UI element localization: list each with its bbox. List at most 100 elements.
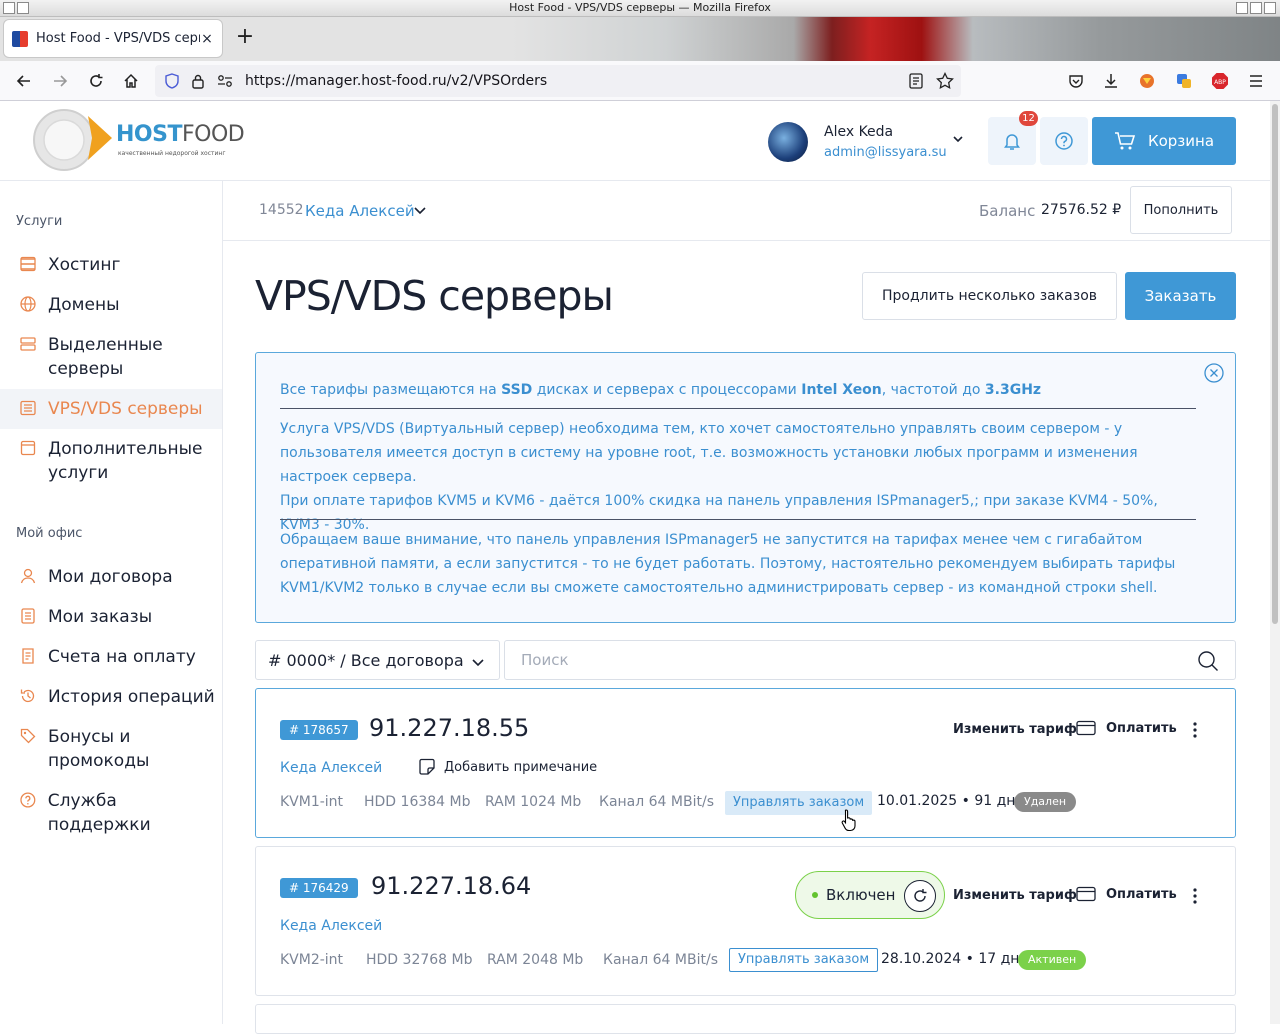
downloads-button[interactable]: [1099, 69, 1123, 93]
orders-icon: [21, 608, 35, 624]
sidebar-item-history[interactable]: История операций: [0, 685, 222, 709]
search-field[interactable]: [504, 640, 1236, 680]
sidebar-item-invoices[interactable]: Счета на оплату: [0, 645, 222, 669]
svg-text:ABP: ABP: [1214, 79, 1226, 86]
search-icon[interactable]: [1197, 650, 1219, 672]
user-email[interactable]: admin@lissyara.su: [824, 145, 947, 160]
reader-view-icon: [909, 73, 923, 89]
power-state-toggle[interactable]: Включен: [795, 871, 945, 919]
divider: [280, 519, 1196, 520]
chevron-down-icon: [472, 659, 484, 667]
firefox-icon: [3, 2, 15, 14]
sidebar-item-orders[interactable]: Мои заказы: [0, 605, 222, 629]
browser-tab[interactable]: Host Food - VPS/VDS сервер ×: [4, 20, 222, 57]
refresh-icon: [914, 889, 927, 902]
order-owner-link[interactable]: Кеда Алексей: [280, 760, 382, 776]
sidebar-item-bonuses[interactable]: Бонусы и промокоды: [0, 725, 222, 773]
logo-wordmark: HOSTFOOD: [116, 122, 245, 147]
manage-order-button[interactable]: Управлять заказом: [729, 948, 879, 972]
pay-button[interactable]: Оплатить: [1076, 886, 1177, 902]
site-logo[interactable]: HOSTFOOD качественный недорогой хостинг: [32, 106, 245, 174]
user-name[interactable]: Alex Keda: [824, 124, 893, 140]
sidebar: Услуги Хостинг Домены Выделенные серверы…: [0, 181, 223, 1024]
forward-button[interactable]: [48, 69, 72, 93]
order-tariff: KVM1-int: [280, 794, 344, 810]
contract-name-link[interactable]: Кеда Алексей: [305, 202, 415, 220]
close-window-icon[interactable]: [1264, 2, 1276, 14]
order-card[interactable]: [255, 1004, 1236, 1034]
logo-tagline: качественный недорогой хостинг: [118, 150, 226, 157]
sidebar-item-domains[interactable]: Домены: [0, 293, 222, 317]
home-button[interactable]: [119, 69, 143, 93]
more-menu-icon[interactable]: [1192, 722, 1198, 738]
minimize-icon[interactable]: [1236, 2, 1248, 14]
order-card[interactable]: # 178657 91.227.18.55 Кеда Алексей Добав…: [255, 688, 1236, 838]
app-menu-button[interactable]: [1244, 69, 1268, 93]
sidebar-item-vps[interactable]: VPS/VDS серверы: [0, 389, 222, 429]
back-arrow-icon: [16, 75, 30, 87]
tag-icon: [20, 728, 36, 744]
sidebar-item-support[interactable]: Служба поддержки: [0, 789, 222, 837]
tab-close-icon[interactable]: ×: [200, 31, 214, 47]
cart-label: Корзина: [1147, 132, 1215, 150]
scrollbar-thumb[interactable]: [1272, 104, 1278, 624]
new-tab-button[interactable]: +: [232, 25, 258, 51]
help-button[interactable]: [1040, 117, 1088, 165]
info-panel: Все тарифы размещаются на SSD дисках и с…: [255, 352, 1236, 623]
sidebar-item-addons[interactable]: Дополнительные услуги: [0, 437, 222, 485]
renew-multiple-button[interactable]: Продлить несколько заказов: [862, 272, 1117, 320]
cart-button[interactable]: Корзина: [1092, 117, 1236, 165]
close-icon[interactable]: [1204, 363, 1224, 383]
order-ip: 91.227.18.64: [371, 872, 532, 900]
pocket-button[interactable]: [1064, 69, 1088, 93]
site-header: HOSTFOOD качественный недорогой хостинг …: [0, 101, 1280, 181]
back-button[interactable]: [12, 69, 36, 93]
change-tariff-button[interactable]: Изменить тариф: [953, 888, 1077, 903]
chevron-down-icon[interactable]: [413, 203, 427, 217]
hamburger-menu-icon: [1250, 75, 1262, 87]
extension-fox-button[interactable]: [1135, 69, 1159, 93]
adblock-button[interactable]: ABP: [1208, 69, 1232, 93]
window-menu-icon[interactable]: [17, 2, 29, 14]
order-id-badge[interactable]: # 176429: [280, 878, 358, 898]
more-menu-icon[interactable]: [1192, 888, 1198, 904]
extension-translate-icon: [1177, 74, 1191, 88]
support-icon: [20, 792, 36, 808]
extension-translate-button[interactable]: [1172, 69, 1196, 93]
globe-icon: [20, 296, 36, 312]
sidebar-item-contracts[interactable]: Мои договора: [0, 565, 222, 589]
order-button[interactable]: Заказать: [1125, 272, 1236, 320]
office-heading: Мой офис: [16, 526, 83, 541]
reload-icon: [90, 74, 103, 87]
url-text[interactable]: https://manager.host-food.ru/v2/VPSOrder…: [245, 73, 547, 89]
search-input[interactable]: [521, 651, 1121, 669]
contract-select[interactable]: # 0000* / Все договора: [255, 640, 500, 680]
change-tariff-button[interactable]: Изменить тариф: [953, 722, 1077, 737]
download-icon: [1105, 74, 1117, 88]
server-icon: [20, 337, 36, 351]
reload-button[interactable]: [84, 69, 108, 93]
avatar[interactable]: [768, 122, 808, 162]
contract-id: 14552: [259, 202, 304, 218]
address-bar[interactable]: https://manager.host-food.ru/v2/VPSOrder…: [155, 65, 961, 97]
add-note-button[interactable]: Добавить примечание: [418, 758, 597, 776]
contract-select-value: # 0000* / Все договора: [268, 650, 464, 670]
topup-button[interactable]: Пополнить: [1130, 186, 1232, 234]
order-expiry-date: 10.01.2025 • 91 дн.: [877, 793, 1020, 809]
order-ram: RAM 1024 Mb: [485, 794, 582, 810]
adblock-plus-icon: ABP: [1212, 73, 1228, 89]
maximize-icon[interactable]: [1250, 2, 1262, 14]
order-hdd: HDD 16384 Mb: [364, 794, 471, 810]
pocket-icon: [1069, 75, 1083, 88]
order-id-badge[interactable]: # 178657: [280, 720, 358, 740]
chevron-down-icon[interactable]: [952, 133, 964, 145]
info-line-2: Услуга VPS/VDS (Виртуальный сервер) необ…: [280, 421, 1138, 485]
restart-button[interactable]: [904, 880, 936, 912]
order-card[interactable]: # 176429 91.227.18.64 Кеда Алексей Включ…: [255, 846, 1236, 996]
sidebar-item-hosting[interactable]: Хостинг: [0, 253, 222, 277]
order-channel: Канал 64 MBit/s: [599, 794, 714, 810]
order-owner-link[interactable]: Кеда Алексей: [280, 918, 382, 934]
vps-icon: [20, 400, 36, 416]
sidebar-item-dedicated[interactable]: Выделенные серверы: [0, 333, 222, 381]
pay-button[interactable]: Оплатить: [1076, 720, 1177, 736]
